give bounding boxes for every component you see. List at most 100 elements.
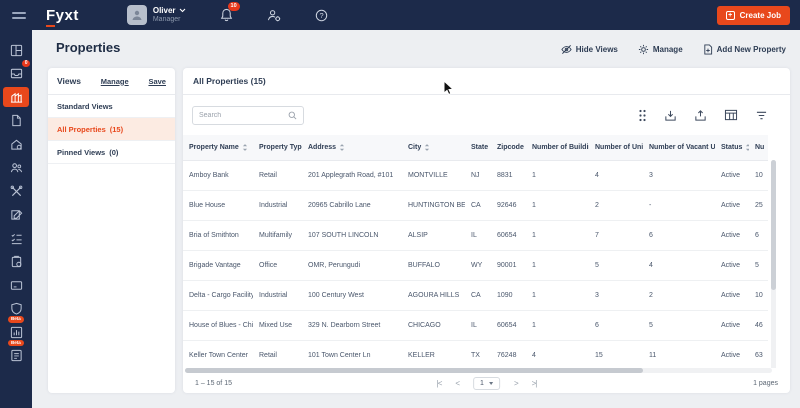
table-cell: CA xyxy=(465,190,491,221)
menu-icon[interactable] xyxy=(12,9,26,22)
inbox-badge: 0 xyxy=(22,59,30,67)
page-select[interactable]: 1 xyxy=(473,376,500,390)
column-header[interactable]: Property Name xyxy=(183,135,253,161)
column-header[interactable]: State xyxy=(465,135,491,161)
column-header[interactable]: Zipcode xyxy=(491,135,526,161)
analytics-icon xyxy=(10,326,22,338)
beta-badge: Beta xyxy=(8,339,24,347)
table-cell: 92646 xyxy=(491,190,526,221)
table-cell: Active xyxy=(715,280,749,311)
table-cell: Active xyxy=(715,340,749,368)
column-header[interactable]: Status xyxy=(715,135,749,161)
table-cell: NJ xyxy=(465,160,491,191)
sidebar-item-inbox[interactable]: 0 xyxy=(3,59,30,84)
last-page-button[interactable]: >| xyxy=(532,379,538,388)
table-cell: 1 xyxy=(526,160,589,191)
sidebar-item-checklist[interactable] xyxy=(3,228,29,248)
properties-table-area: Property Name Property Type Address City Sta… xyxy=(183,135,790,368)
drag-dots-icon[interactable] xyxy=(638,109,647,122)
create-job-button[interactable]: + Create Job xyxy=(716,5,790,25)
team-icon xyxy=(10,163,22,173)
sidebar-item-properties[interactable] xyxy=(3,87,29,107)
first-page-button[interactable]: |< xyxy=(437,379,443,388)
table-row[interactable]: House of Blues - ChicagoMixed Use329 N. … xyxy=(183,310,768,341)
user-menu[interactable]: Oliver Manager xyxy=(153,6,186,23)
user-management-button[interactable] xyxy=(267,9,281,22)
column-header-label: Property Type xyxy=(259,143,302,151)
table-row[interactable]: Delta - Cargo Facility Industrial 100 Cent… xyxy=(183,280,768,311)
table-cell: 25 xyxy=(749,190,768,221)
table-cell: 10 xyxy=(749,280,768,311)
table-cell: MONTVILLE xyxy=(402,160,465,191)
table-cell: AGOURA HILLS xyxy=(402,280,465,311)
add-new-property-button[interactable]: Add New Property xyxy=(703,44,786,55)
table-cell: 107 SOUTH LINCOLN xyxy=(302,220,402,251)
table-cell: Retail xyxy=(253,160,302,191)
user-role: Manager xyxy=(152,15,181,23)
view-item[interactable]: Pinned Views (0) xyxy=(48,141,175,164)
avatar[interactable] xyxy=(126,5,147,25)
sidebar-item-billing[interactable] xyxy=(3,275,29,295)
column-header[interactable]: Nu xyxy=(749,135,768,161)
table-cell: 201 Applegrath Road, #101 xyxy=(302,160,402,191)
eye-off-icon xyxy=(561,45,572,54)
table-cell: Active xyxy=(715,160,749,191)
sidebar-item-dashboard[interactable] xyxy=(3,40,29,60)
table-cell: 5 xyxy=(589,250,643,281)
sidebar-item-tasks[interactable] xyxy=(3,205,29,225)
plus-icon: + xyxy=(725,10,735,20)
search-input[interactable] xyxy=(199,111,288,119)
hide-views-button[interactable]: Hide Views xyxy=(561,44,618,55)
filter-icon[interactable] xyxy=(755,110,768,121)
column-header[interactable]: City xyxy=(402,135,465,161)
table-row[interactable]: Brigade Vantage Office OMR, Perungudi BUFFA… xyxy=(183,250,768,281)
column-header-label: Status xyxy=(721,143,743,151)
table-row[interactable]: Blue House Industrial 20965 Cabrillo Lane H… xyxy=(183,190,768,221)
sidebar-item-schedule[interactable] xyxy=(3,252,29,272)
export-icon[interactable] xyxy=(694,109,707,122)
table-row[interactable]: Keller Town Center Retail 101 Town Center … xyxy=(183,340,768,368)
column-header-label: Number of Vacant Units xyxy=(649,143,715,151)
manage-button[interactable]: Manage xyxy=(638,44,683,55)
views-manage-link[interactable]: Manage xyxy=(101,77,129,86)
view-item[interactable]: Standard Views xyxy=(48,95,175,118)
next-page-button[interactable]: > xyxy=(514,379,519,388)
sidebar-item-team[interactable] xyxy=(3,158,29,178)
table-row[interactable]: Amboy Bank Retail 201 Applegrath Road, #10… xyxy=(183,160,768,191)
columns-icon[interactable] xyxy=(724,109,738,121)
column-header[interactable]: Property Type xyxy=(253,135,302,161)
view-item[interactable]: All Properties (15) xyxy=(48,118,175,141)
views-save-link[interactable]: Save xyxy=(148,77,166,86)
vertical-scrollbar-thumb[interactable] xyxy=(771,160,776,290)
table-cell: 1 xyxy=(526,220,589,251)
table-cell: OMR, Perungudi xyxy=(302,250,402,281)
table-toolbar xyxy=(183,95,790,135)
view-item-label: Standard Views xyxy=(57,101,113,111)
table-row[interactable]: Bria of Smithton Multifamily 107 SOUTH LIN… xyxy=(183,220,768,251)
table-cell: 100 Century West xyxy=(302,280,402,311)
table-cell: Industrial xyxy=(253,280,302,311)
table-cell: 8831 xyxy=(491,160,526,191)
prev-page-button[interactable]: < xyxy=(455,379,460,388)
view-item-label: Pinned Views xyxy=(57,147,106,157)
table-cell: 60654 xyxy=(491,310,526,341)
table-cell: 15 xyxy=(589,340,643,368)
column-header[interactable]: Number of Buildings xyxy=(526,135,589,161)
search-icon xyxy=(288,111,297,119)
sidebar-item-documents[interactable] xyxy=(3,111,29,131)
notifications-button[interactable]: 10 xyxy=(220,2,240,22)
sidebar-item-reports[interactable]: Beta xyxy=(3,339,29,366)
table-cell: Active xyxy=(715,220,749,251)
sidebar-item-tenants[interactable] xyxy=(3,134,29,154)
sidebar-item-maintenance[interactable] xyxy=(3,181,29,201)
import-icon[interactable] xyxy=(664,109,677,122)
column-header[interactable]: Number of Units xyxy=(589,135,643,161)
table-cell: 1 xyxy=(526,310,589,341)
column-header[interactable]: Number of Vacant Units xyxy=(643,135,715,161)
table-cell: Delta - Cargo Facility xyxy=(183,280,253,311)
table-cell: Keller Town Center xyxy=(183,340,253,368)
column-header[interactable]: Address xyxy=(302,135,402,161)
search-box[interactable] xyxy=(192,105,304,125)
help-button[interactable]: ? xyxy=(315,9,328,22)
vertical-scrollbar[interactable] xyxy=(771,160,776,368)
